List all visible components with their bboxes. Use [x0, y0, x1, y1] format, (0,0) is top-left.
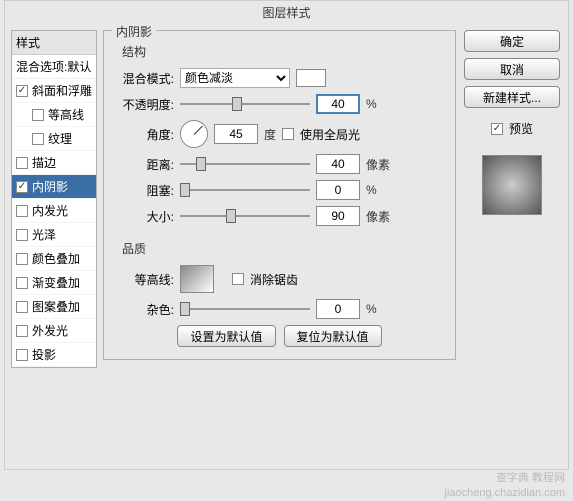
style-checkbox[interactable]: [32, 133, 44, 145]
style-item-光泽[interactable]: 光泽: [12, 223, 96, 247]
contour-label: 等高线:: [114, 271, 174, 288]
style-label: 等高线: [48, 106, 84, 123]
style-item-纹理[interactable]: 纹理: [12, 127, 96, 151]
style-item-外发光[interactable]: 外发光: [12, 319, 96, 343]
settings-panel: 内阴影 结构 混合模式: 颜色减淡 不透明度: 40 % 角度: 45: [103, 30, 456, 368]
distance-label: 距离:: [114, 156, 174, 173]
size-unit: 像素: [366, 208, 390, 225]
style-label: 图案叠加: [32, 298, 80, 315]
style-checkbox[interactable]: [16, 85, 28, 97]
distance-unit: 像素: [366, 156, 390, 173]
angle-dial[interactable]: [180, 120, 208, 148]
preview-thumbnail: [482, 155, 542, 215]
size-label: 大小:: [114, 208, 174, 225]
section-title: 内阴影: [112, 23, 156, 40]
style-checkbox[interactable]: [16, 181, 28, 193]
style-checkbox[interactable]: [16, 349, 28, 361]
style-checkbox[interactable]: [16, 253, 28, 265]
style-label: 纹理: [48, 130, 72, 147]
blend-mode-select[interactable]: 颜色减淡: [180, 68, 290, 88]
style-label: 颜色叠加: [32, 250, 80, 267]
contour-picker[interactable]: [180, 265, 214, 293]
preview-checkbox[interactable]: [491, 123, 503, 135]
size-slider[interactable]: [180, 209, 310, 223]
set-default-button[interactable]: 设置为默认值: [177, 325, 275, 347]
style-checkbox[interactable]: [16, 205, 28, 217]
style-label: 内发光: [32, 202, 68, 219]
blend-mode-label: 混合模式:: [114, 70, 174, 87]
style-item-渐变叠加[interactable]: 渐变叠加: [12, 271, 96, 295]
dialog-title: 图层样式: [5, 1, 568, 24]
opacity-input[interactable]: 40: [316, 94, 360, 114]
style-checkbox[interactable]: [16, 277, 28, 289]
style-checkbox[interactable]: [32, 109, 44, 121]
style-label: 斜面和浮雕: [32, 82, 92, 99]
structure-title: 结构: [122, 43, 445, 60]
style-item-内阴影[interactable]: 内阴影: [12, 175, 96, 199]
color-swatch[interactable]: [296, 69, 326, 87]
action-panel: 确定 取消 新建样式... 预览: [462, 30, 562, 368]
style-item-等高线[interactable]: 等高线: [12, 103, 96, 127]
noise-unit: %: [366, 302, 377, 316]
new-style-button[interactable]: 新建样式...: [464, 86, 560, 108]
watermark-text-2: jiaocheng.chazidian.com: [445, 487, 565, 499]
layer-style-dialog: 图层样式 样式 混合选项:默认 斜面和浮雕等高线纹理描边内阴影内发光光泽颜色叠加…: [4, 0, 569, 470]
blend-options-row[interactable]: 混合选项:默认: [12, 55, 96, 79]
choke-label: 阻塞:: [114, 182, 174, 199]
opacity-unit: %: [366, 97, 377, 111]
style-item-颜色叠加[interactable]: 颜色叠加: [12, 247, 96, 271]
noise-label: 杂色:: [114, 301, 174, 318]
antialias-checkbox[interactable]: [232, 273, 244, 285]
global-light-checkbox[interactable]: [282, 128, 294, 140]
style-checkbox[interactable]: [16, 325, 28, 337]
angle-input[interactable]: 45: [214, 124, 258, 144]
style-label: 渐变叠加: [32, 274, 80, 291]
size-input[interactable]: 90: [316, 206, 360, 226]
style-item-投影[interactable]: 投影: [12, 343, 96, 367]
preview-label: 预览: [509, 120, 533, 137]
choke-unit: %: [366, 183, 377, 197]
style-label: 内阴影: [32, 178, 68, 195]
style-label: 光泽: [32, 226, 56, 243]
angle-unit: 度: [264, 126, 276, 143]
ok-button[interactable]: 确定: [464, 30, 560, 52]
choke-slider[interactable]: [180, 183, 310, 197]
antialias-label: 消除锯齿: [250, 271, 298, 288]
opacity-label: 不透明度:: [114, 96, 174, 113]
angle-label: 角度:: [114, 126, 174, 143]
inner-shadow-fieldset: 内阴影 结构 混合模式: 颜色减淡 不透明度: 40 % 角度: 45: [103, 30, 456, 360]
noise-input[interactable]: 0: [316, 299, 360, 319]
restore-default-button[interactable]: 复位为默认值: [284, 325, 382, 347]
global-light-label: 使用全局光: [300, 126, 360, 143]
style-item-图案叠加[interactable]: 图案叠加: [12, 295, 96, 319]
cancel-button[interactable]: 取消: [464, 58, 560, 80]
styles-header: 样式: [12, 31, 96, 55]
noise-slider[interactable]: [180, 302, 310, 316]
style-checkbox[interactable]: [16, 157, 28, 169]
style-checkbox[interactable]: [16, 301, 28, 313]
style-checkbox[interactable]: [16, 229, 28, 241]
style-label: 外发光: [32, 322, 68, 339]
distance-input[interactable]: 40: [316, 154, 360, 174]
style-label: 投影: [32, 346, 56, 363]
style-item-内发光[interactable]: 内发光: [12, 199, 96, 223]
style-item-描边[interactable]: 描边: [12, 151, 96, 175]
styles-list-panel: 样式 混合选项:默认 斜面和浮雕等高线纹理描边内阴影内发光光泽颜色叠加渐变叠加图…: [11, 30, 97, 368]
choke-input[interactable]: 0: [316, 180, 360, 200]
opacity-slider[interactable]: [180, 97, 310, 111]
watermark-text-1: 查字典 教程网: [496, 469, 565, 485]
style-label: 描边: [32, 154, 56, 171]
distance-slider[interactable]: [180, 157, 310, 171]
style-item-斜面和浮雕[interactable]: 斜面和浮雕: [12, 79, 96, 103]
dialog-body: 样式 混合选项:默认 斜面和浮雕等高线纹理描边内阴影内发光光泽颜色叠加渐变叠加图…: [5, 24, 568, 374]
quality-title: 品质: [122, 240, 445, 257]
